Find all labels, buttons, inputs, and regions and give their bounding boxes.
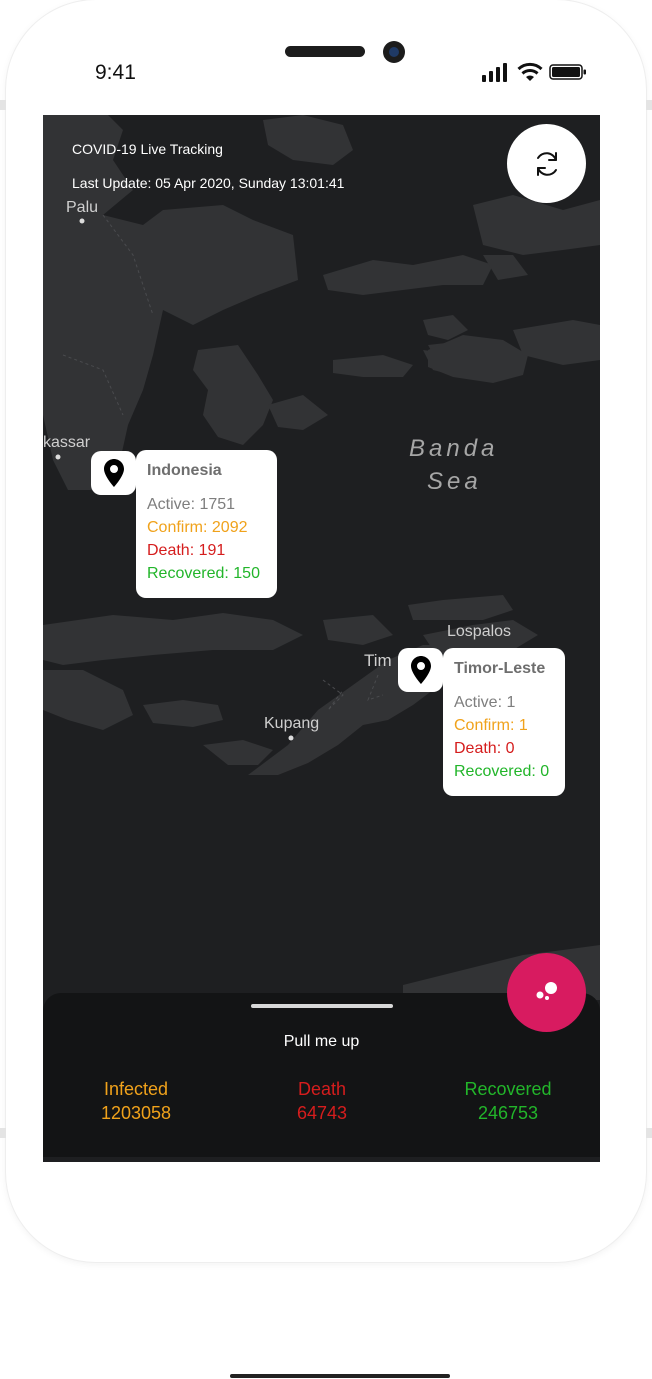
wifi-icon (517, 62, 543, 81)
map-label-timor: Tim (364, 651, 392, 670)
front-camera (383, 41, 405, 63)
card-confirm: Confirm: 2092 (147, 519, 248, 536)
bubbles-icon (536, 982, 557, 1000)
status-icons (481, 62, 587, 82)
side-button-left-bottom (0, 1128, 6, 1138)
refresh-icon (536, 151, 557, 176)
infected-value: 1203058 (100, 1103, 172, 1123)
marker-indonesia[interactable] (91, 451, 136, 495)
map-label-banda-sea-line2: Sea (427, 468, 482, 495)
info-card-indonesia: Indonesia Active: 1751 Confirm: 2092 Dea… (136, 450, 277, 598)
app-screen: COVID-19 Live Tracking Last Update: 05 A… (43, 115, 600, 1162)
side-button-right-bottom (646, 1128, 652, 1138)
signal-icon (482, 63, 507, 82)
pull-up-label: Pull me up (283, 1033, 360, 1050)
card-death: Death: 0 (454, 740, 515, 757)
map-label-makassar: kassar (43, 434, 91, 451)
card-active: Active: 1751 (147, 496, 236, 513)
sheet-drag-handle[interactable] (251, 1004, 393, 1008)
card-active: Active: 1 (454, 694, 516, 711)
info-card-timor-leste: Timor-Leste Active: 1 Confirm: 1 Death: … (443, 648, 565, 796)
card-recovered: Recovered: 150 (147, 565, 260, 582)
map-label-kupang: Kupang (264, 715, 320, 732)
map-label-lospalos: Lospalos (447, 623, 512, 640)
infected-label: Infected (103, 1079, 169, 1099)
status-time: 9:41 (95, 61, 136, 84)
floating-action-button[interactable] (507, 953, 586, 1032)
death-label: Death (297, 1079, 347, 1099)
card-recovered: Recovered: 0 (454, 763, 550, 780)
side-button-right (646, 100, 652, 110)
card-country: Indonesia (147, 462, 222, 479)
recovered-label: Recovered (464, 1079, 552, 1099)
home-indicator[interactable] (230, 1374, 450, 1378)
battery-icon (549, 64, 586, 80)
card-confirm: Confirm: 1 (454, 717, 528, 734)
death-value: 64743 (296, 1103, 348, 1123)
map-label-banda-sea-line1: Banda (409, 435, 499, 462)
card-death: Death: 191 (147, 542, 226, 559)
app-title: COVID-19 Live Tracking (72, 141, 223, 157)
card-country: Timor-Leste (454, 660, 546, 677)
side-button-left (0, 100, 6, 110)
refresh-button[interactable] (507, 124, 586, 203)
stat-death: Death 64743 (237, 1077, 407, 1125)
speaker-grille (285, 46, 365, 57)
map-pin-icon (103, 459, 124, 487)
map-pin-icon (410, 656, 431, 684)
stat-recovered: Recovered 246753 (423, 1077, 593, 1125)
last-update-label: Last Update: 05 Apr 2020, Sunday 13:01:4… (72, 175, 345, 191)
stat-infected: Infected 1203058 (51, 1077, 221, 1125)
recovered-value: 246753 (477, 1103, 539, 1123)
marker-timor-leste[interactable] (398, 648, 443, 692)
map-label-palu: Palu (66, 199, 99, 216)
